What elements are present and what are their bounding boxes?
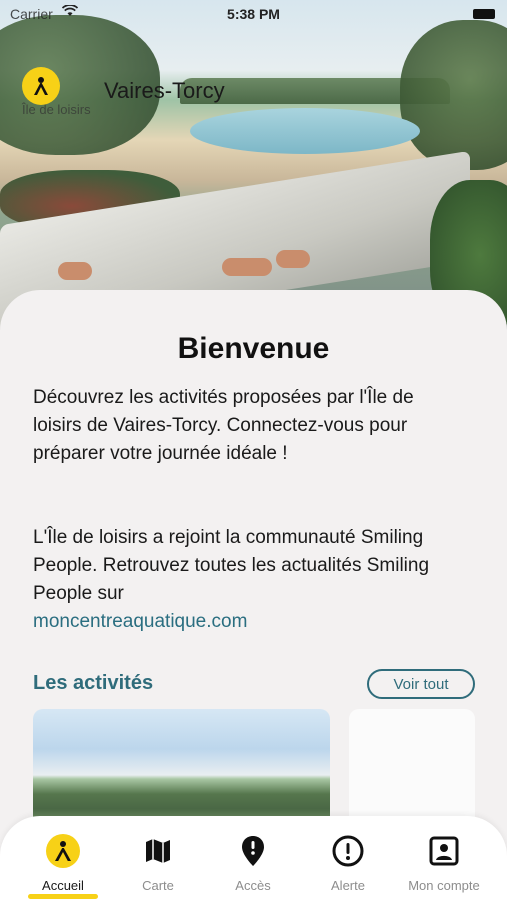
brand-title: Vaires-Torcy: [104, 78, 225, 103]
brand-logo-icon: [22, 67, 60, 105]
location-pin-icon: [205, 834, 301, 868]
active-tab-indicator: [28, 894, 98, 899]
tab-bar: Accueil Carte Accès Alerte Mon compte: [0, 816, 507, 900]
see-all-button[interactable]: Voir tout: [367, 669, 475, 699]
website-link[interactable]: moncentreaquatique.com: [33, 611, 247, 632]
tab-alert-label: Alerte: [331, 878, 365, 893]
status-bar: Carrier 5:38 PM: [0, 0, 507, 30]
account-icon: [396, 834, 492, 868]
tab-alert[interactable]: Alerte: [300, 834, 396, 893]
status-time: 5:38 PM: [227, 6, 280, 22]
brand-subtitle: Île de loisirs: [22, 102, 91, 117]
tab-account-label: Mon compte: [408, 878, 480, 893]
tab-home[interactable]: Accueil: [15, 834, 111, 893]
tab-access-label: Accès: [235, 878, 271, 893]
hero-image: [0, 0, 507, 330]
activities-title: Les activités: [33, 672, 154, 694]
tab-map[interactable]: Carte: [110, 834, 206, 893]
tab-account[interactable]: Mon compte: [396, 834, 492, 893]
intro-paragraph: Découvrez les activités proposées par l'…: [33, 387, 414, 464]
tab-map-label: Carte: [142, 878, 174, 893]
community-text: L'Île de loisirs a rejoint la communauté…: [33, 527, 430, 604]
battery-icon: [473, 9, 495, 19]
tab-home-label: Accueil: [42, 878, 84, 893]
alert-icon: [300, 834, 396, 868]
content-card: Bienvenue Découvrez les activités propos…: [0, 290, 507, 850]
home-logo-icon: [15, 834, 111, 868]
map-icon: [110, 834, 206, 868]
tab-access[interactable]: Accès: [205, 834, 301, 893]
community-paragraph: L'Île de loisirs a rejoint la communauté…: [33, 524, 463, 636]
page-title: Bienvenue: [177, 332, 330, 365]
